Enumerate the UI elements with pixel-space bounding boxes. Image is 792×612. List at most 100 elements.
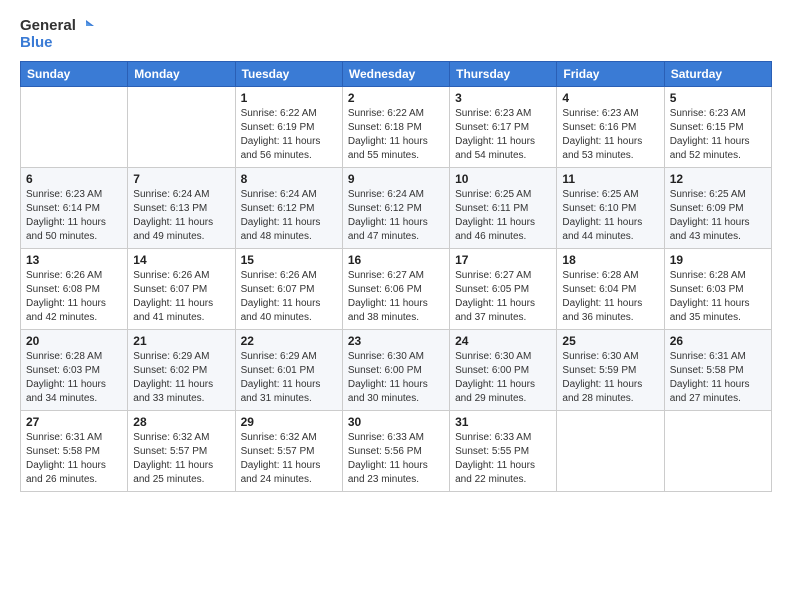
cell-details: Sunrise: 6:23 AM Sunset: 6:14 PM Dayligh… [26,188,122,244]
cell-day-number: 22 [241,334,337,348]
calendar-cell [664,411,771,492]
cell-details: Sunrise: 6:23 AM Sunset: 6:15 PM Dayligh… [670,107,766,163]
calendar-cell: 31 Sunrise: 6:33 AM Sunset: 5:55 PM Dayli… [450,411,557,492]
cell-details: Sunrise: 6:30 AM Sunset: 6:00 PM Dayligh… [348,350,444,406]
weekday-sunday: Sunday [21,62,128,87]
cell-day-number: 2 [348,91,444,105]
calendar-cell: 28Sunrise: 6:32 AM Sunset: 5:57 PM Dayli… [128,411,235,492]
calendar-cell: 22 Sunrise: 6:29 AM Sunset: 6:01 PM Dayli… [235,330,342,411]
cell-details: Sunrise: 6:26 AM Sunset: 6:07 PM Dayligh… [241,269,337,325]
week-row-4: 20 Sunrise: 6:28 AM Sunset: 6:03 PM Dayli… [21,330,772,411]
calendar-cell: 12Sunrise: 6:25 AM Sunset: 6:09 PM Dayli… [664,168,771,249]
cell-details: Sunrise: 6:28 AM Sunset: 6:03 PM Dayligh… [670,269,766,325]
calendar-cell: 6 Sunrise: 6:23 AM Sunset: 6:14 PM Daylig… [21,168,128,249]
cell-day-number: 3 [455,91,551,105]
cell-day-number: 12 [670,172,766,186]
calendar-cell: 9Sunrise: 6:24 AM Sunset: 6:12 PM Daylig… [342,168,449,249]
calendar-cell: 13 Sunrise: 6:26 AM Sunset: 6:08 PM Dayli… [21,249,128,330]
calendar-cell: 17 Sunrise: 6:27 AM Sunset: 6:05 PM Dayli… [450,249,557,330]
calendar-cell: 10Sunrise: 6:25 AM Sunset: 6:11 PM Dayli… [450,168,557,249]
weekday-header-row: SundayMondayTuesdayWednesdayThursdayFrid… [21,62,772,87]
calendar-cell: 16 Sunrise: 6:27 AM Sunset: 6:06 PM Dayli… [342,249,449,330]
calendar-cell: 15Sunrise: 6:26 AM Sunset: 6:07 PM Dayli… [235,249,342,330]
calendar-cell [21,87,128,168]
cell-day-number: 8 [241,172,337,186]
cell-day-number: 20 [26,334,122,348]
cell-details: Sunrise: 6:27 AM Sunset: 6:06 PM Dayligh… [348,269,444,325]
cell-details: Sunrise: 6:23 AM Sunset: 6:16 PM Dayligh… [562,107,658,163]
calendar-cell: 23 Sunrise: 6:30 AM Sunset: 6:00 PM Dayli… [342,330,449,411]
cell-day-number: 28 [133,415,229,429]
cell-details: Sunrise: 6:26 AM Sunset: 6:07 PM Dayligh… [133,269,229,325]
cell-details: Sunrise: 6:26 AM Sunset: 6:08 PM Dayligh… [26,269,122,325]
cell-details: Sunrise: 6:28 AM Sunset: 6:03 PM Dayligh… [26,350,122,406]
cell-day-number: 10 [455,172,551,186]
week-row-2: 6 Sunrise: 6:23 AM Sunset: 6:14 PM Daylig… [21,168,772,249]
calendar-cell: 14Sunrise: 6:26 AM Sunset: 6:07 PM Dayli… [128,249,235,330]
cell-details: Sunrise: 6:23 AM Sunset: 6:17 PM Dayligh… [455,107,551,163]
cell-details: Sunrise: 6:22 AM Sunset: 6:18 PM Dayligh… [348,107,444,163]
cell-day-number: 26 [670,334,766,348]
cell-day-number: 13 [26,253,122,267]
cell-details: Sunrise: 6:24 AM Sunset: 6:12 PM Dayligh… [348,188,444,244]
header: General Blue [20,18,772,51]
calendar-cell: 21 Sunrise: 6:29 AM Sunset: 6:02 PM Dayli… [128,330,235,411]
cell-day-number: 7 [133,172,229,186]
logo-bird-icon [78,18,94,34]
week-row-5: 27 Sunrise: 6:31 AM Sunset: 5:58 PM Dayli… [21,411,772,492]
calendar-cell [557,411,664,492]
calendar-cell: 27 Sunrise: 6:31 AM Sunset: 5:58 PM Dayli… [21,411,128,492]
cell-details: Sunrise: 6:31 AM Sunset: 5:58 PM Dayligh… [26,431,122,487]
cell-day-number: 21 [133,334,229,348]
logo-general-text: General [20,18,76,35]
cell-day-number: 16 [348,253,444,267]
calendar-cell: 7 Sunrise: 6:24 AM Sunset: 6:13 PM Daylig… [128,168,235,249]
cell-details: Sunrise: 6:29 AM Sunset: 6:01 PM Dayligh… [241,350,337,406]
cell-day-number: 24 [455,334,551,348]
cell-details: Sunrise: 6:28 AM Sunset: 6:04 PM Dayligh… [562,269,658,325]
weekday-thursday: Thursday [450,62,557,87]
cell-day-number: 1 [241,91,337,105]
cell-details: Sunrise: 6:33 AM Sunset: 5:56 PM Dayligh… [348,431,444,487]
cell-day-number: 6 [26,172,122,186]
cell-details: Sunrise: 6:27 AM Sunset: 6:05 PM Dayligh… [455,269,551,325]
cell-details: Sunrise: 6:24 AM Sunset: 6:12 PM Dayligh… [241,188,337,244]
calendar-cell: 1 Sunrise: 6:22 AM Sunset: 6:19 PM Daylig… [235,87,342,168]
calendar-cell: 19 Sunrise: 6:28 AM Sunset: 6:03 PM Dayli… [664,249,771,330]
calendar-cell: 20 Sunrise: 6:28 AM Sunset: 6:03 PM Dayli… [21,330,128,411]
calendar-cell: 18Sunrise: 6:28 AM Sunset: 6:04 PM Dayli… [557,249,664,330]
cell-details: Sunrise: 6:30 AM Sunset: 5:59 PM Dayligh… [562,350,658,406]
cell-day-number: 31 [455,415,551,429]
cell-day-number: 29 [241,415,337,429]
cell-details: Sunrise: 6:33 AM Sunset: 5:55 PM Dayligh… [455,431,551,487]
week-row-3: 13 Sunrise: 6:26 AM Sunset: 6:08 PM Dayli… [21,249,772,330]
cell-details: Sunrise: 6:29 AM Sunset: 6:02 PM Dayligh… [133,350,229,406]
logo-blue-text: Blue [20,35,53,52]
calendar-cell: 3 Sunrise: 6:23 AM Sunset: 6:17 PM Daylig… [450,87,557,168]
cell-details: Sunrise: 6:25 AM Sunset: 6:10 PM Dayligh… [562,188,658,244]
weekday-tuesday: Tuesday [235,62,342,87]
cell-day-number: 11 [562,172,658,186]
cell-day-number: 19 [670,253,766,267]
weekday-monday: Monday [128,62,235,87]
calendar-cell: 24 Sunrise: 6:30 AM Sunset: 6:00 PM Dayli… [450,330,557,411]
weekday-friday: Friday [557,62,664,87]
cell-day-number: 4 [562,91,658,105]
calendar-cell: 8 Sunrise: 6:24 AM Sunset: 6:12 PM Daylig… [235,168,342,249]
cell-day-number: 23 [348,334,444,348]
cell-details: Sunrise: 6:31 AM Sunset: 5:58 PM Dayligh… [670,350,766,406]
calendar-cell: 2 Sunrise: 6:22 AM Sunset: 6:18 PM Daylig… [342,87,449,168]
calendar-cell: 25 Sunrise: 6:30 AM Sunset: 5:59 PM Dayli… [557,330,664,411]
weekday-wednesday: Wednesday [342,62,449,87]
calendar-cell: 11 Sunrise: 6:25 AM Sunset: 6:10 PM Dayli… [557,168,664,249]
cell-details: Sunrise: 6:22 AM Sunset: 6:19 PM Dayligh… [241,107,337,163]
cell-day-number: 5 [670,91,766,105]
cell-day-number: 27 [26,415,122,429]
cell-day-number: 17 [455,253,551,267]
cell-details: Sunrise: 6:32 AM Sunset: 5:57 PM Dayligh… [241,431,337,487]
cell-day-number: 25 [562,334,658,348]
cell-details: Sunrise: 6:30 AM Sunset: 6:00 PM Dayligh… [455,350,551,406]
cell-details: Sunrise: 6:24 AM Sunset: 6:13 PM Dayligh… [133,188,229,244]
weekday-saturday: Saturday [664,62,771,87]
logo: General Blue [20,18,94,51]
